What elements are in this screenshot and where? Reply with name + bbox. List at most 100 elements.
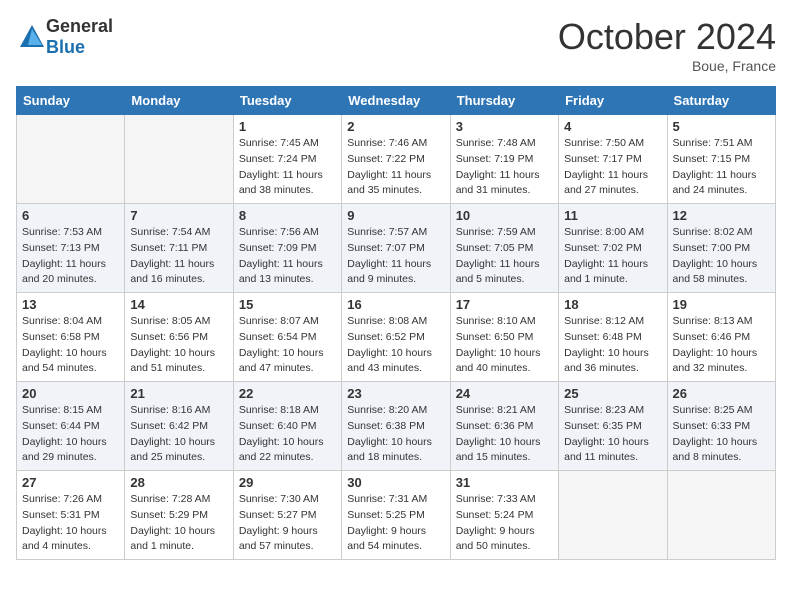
day-info: Sunrise: 7:26 AMSunset: 5:31 PMDaylight:…: [22, 492, 119, 555]
calendar-cell: 9Sunrise: 7:57 AMSunset: 7:07 PMDaylight…: [342, 204, 450, 293]
calendar-cell: 10 Sunrise: 7:59 AMSunset: 7:05 PMDayligh…: [450, 204, 558, 293]
page-header: General Blue October 2024 Boue, France: [16, 16, 776, 74]
calendar-cell: 8 Sunrise: 7:56 AMSunset: 7:09 PMDaylight…: [233, 204, 341, 293]
day-info: Sunrise: 8:07 AMSunset: 6:54 PMDaylight:…: [239, 314, 336, 377]
day-number: 19: [673, 297, 770, 312]
calendar-cell: 20Sunrise: 8:15 AMSunset: 6:44 PMDayligh…: [17, 382, 125, 471]
calendar-week-row: 27 Sunrise: 7:26 AMSunset: 5:31 PMDayligh…: [17, 471, 776, 560]
day-info: Sunrise: 8:23 AMSunset: 6:35 PMDaylight:…: [564, 403, 661, 466]
calendar-cell: 23 Sunrise: 8:20 AMSunset: 6:38 PMDayligh…: [342, 382, 450, 471]
calendar-cell: 18Sunrise: 8:12 AMSunset: 6:48 PMDayligh…: [559, 293, 667, 382]
day-number: 17: [456, 297, 553, 312]
logo: General Blue: [16, 16, 113, 58]
day-number: 6: [22, 208, 119, 223]
header-day: Monday: [125, 87, 233, 115]
day-info: Sunrise: 7:56 AMSunset: 7:09 PMDaylight:…: [239, 225, 336, 288]
day-info: Sunrise: 7:59 AMSunset: 7:05 PMDaylight:…: [456, 225, 553, 288]
calendar-cell: 31 Sunrise: 7:33 AMSunset: 5:24 PMDayligh…: [450, 471, 558, 560]
calendar-week-row: 20Sunrise: 8:15 AMSunset: 6:44 PMDayligh…: [17, 382, 776, 471]
calendar-cell: 4Sunrise: 7:50 AMSunset: 7:17 PMDaylight…: [559, 115, 667, 204]
header-day: Tuesday: [233, 87, 341, 115]
calendar-cell: 22 Sunrise: 8:18 AMSunset: 6:40 PMDayligh…: [233, 382, 341, 471]
day-number: 4: [564, 119, 661, 134]
day-number: 14: [130, 297, 227, 312]
calendar-cell: 6Sunrise: 7:53 AMSunset: 7:13 PMDaylight…: [17, 204, 125, 293]
calendar-cell: 29 Sunrise: 7:30 AMSunset: 5:27 PMDayligh…: [233, 471, 341, 560]
calendar-cell: 5Sunrise: 7:51 AMSunset: 7:15 PMDaylight…: [667, 115, 775, 204]
day-number: 24: [456, 386, 553, 401]
day-info: Sunrise: 8:02 AMSunset: 7:00 PMDaylight:…: [673, 225, 770, 288]
day-number: 25: [564, 386, 661, 401]
day-info: Sunrise: 8:25 AMSunset: 6:33 PMDaylight:…: [673, 403, 770, 466]
month-title: October 2024: [558, 16, 776, 58]
title-block: October 2024 Boue, France: [558, 16, 776, 74]
day-info: Sunrise: 7:28 AMSunset: 5:29 PMDaylight:…: [130, 492, 227, 555]
calendar-cell: 7 Sunrise: 7:54 AMSunset: 7:11 PMDaylight…: [125, 204, 233, 293]
calendar-cell: 21 Sunrise: 8:16 AMSunset: 6:42 PMDayligh…: [125, 382, 233, 471]
calendar-cell: 13Sunrise: 8:04 AMSunset: 6:58 PMDayligh…: [17, 293, 125, 382]
header-row: SundayMondayTuesdayWednesdayThursdayFrid…: [17, 87, 776, 115]
calendar-cell: 19 Sunrise: 8:13 AMSunset: 6:46 PMDayligh…: [667, 293, 775, 382]
day-number: 20: [22, 386, 119, 401]
logo-icon: [18, 23, 46, 51]
day-info: Sunrise: 8:16 AMSunset: 6:42 PMDaylight:…: [130, 403, 227, 466]
calendar-cell: 27 Sunrise: 7:26 AMSunset: 5:31 PMDayligh…: [17, 471, 125, 560]
header-day: Wednesday: [342, 87, 450, 115]
day-info: Sunrise: 8:20 AMSunset: 6:38 PMDaylight:…: [347, 403, 444, 466]
calendar-cell: [559, 471, 667, 560]
day-number: 30: [347, 475, 444, 490]
day-number: 1: [239, 119, 336, 134]
calendar-cell: 12 Sunrise: 8:02 AMSunset: 7:00 PMDayligh…: [667, 204, 775, 293]
day-info: Sunrise: 8:18 AMSunset: 6:40 PMDaylight:…: [239, 403, 336, 466]
day-info: Sunrise: 7:57 AMSunset: 7:07 PMDaylight:…: [347, 225, 444, 288]
calendar-cell: 16Sunrise: 8:08 AMSunset: 6:52 PMDayligh…: [342, 293, 450, 382]
day-number: 8: [239, 208, 336, 223]
day-number: 2: [347, 119, 444, 134]
day-info: Sunrise: 7:54 AMSunset: 7:11 PMDaylight:…: [130, 225, 227, 288]
day-info: Sunrise: 8:10 AMSunset: 6:50 PMDaylight:…: [456, 314, 553, 377]
day-info: Sunrise: 7:46 AMSunset: 7:22 PMDaylight:…: [347, 136, 444, 199]
calendar-cell: 15 Sunrise: 8:07 AMSunset: 6:54 PMDayligh…: [233, 293, 341, 382]
day-info: Sunrise: 8:00 AMSunset: 7:02 PMDaylight:…: [564, 225, 661, 288]
calendar-cell: [667, 471, 775, 560]
day-info: Sunrise: 8:05 AMSunset: 6:56 PMDaylight:…: [130, 314, 227, 377]
day-number: 5: [673, 119, 770, 134]
day-number: 15: [239, 297, 336, 312]
day-number: 28: [130, 475, 227, 490]
calendar-table: SundayMondayTuesdayWednesdayThursdayFrid…: [16, 86, 776, 560]
day-number: 13: [22, 297, 119, 312]
logo-blue: Blue: [46, 37, 85, 57]
day-number: 23: [347, 386, 444, 401]
calendar-cell: 26Sunrise: 8:25 AMSunset: 6:33 PMDayligh…: [667, 382, 775, 471]
calendar-week-row: 1 Sunrise: 7:45 AMSunset: 7:24 PMDaylight…: [17, 115, 776, 204]
calendar-week-row: 6Sunrise: 7:53 AMSunset: 7:13 PMDaylight…: [17, 204, 776, 293]
day-info: Sunrise: 7:30 AMSunset: 5:27 PMDaylight:…: [239, 492, 336, 555]
header-day: Friday: [559, 87, 667, 115]
calendar-cell: 25 Sunrise: 8:23 AMSunset: 6:35 PMDayligh…: [559, 382, 667, 471]
day-number: 7: [130, 208, 227, 223]
day-number: 27: [22, 475, 119, 490]
day-info: Sunrise: 8:21 AMSunset: 6:36 PMDaylight:…: [456, 403, 553, 466]
day-number: 21: [130, 386, 227, 401]
day-number: 12: [673, 208, 770, 223]
day-number: 16: [347, 297, 444, 312]
calendar-cell: 2 Sunrise: 7:46 AMSunset: 7:22 PMDaylight…: [342, 115, 450, 204]
calendar-cell: [125, 115, 233, 204]
day-info: Sunrise: 7:31 AMSunset: 5:25 PMDaylight:…: [347, 492, 444, 555]
day-number: 10: [456, 208, 553, 223]
day-number: 18: [564, 297, 661, 312]
calendar-cell: 11 Sunrise: 8:00 AMSunset: 7:02 PMDayligh…: [559, 204, 667, 293]
day-number: 11: [564, 208, 661, 223]
day-info: Sunrise: 7:33 AMSunset: 5:24 PMDaylight:…: [456, 492, 553, 555]
day-info: Sunrise: 8:13 AMSunset: 6:46 PMDaylight:…: [673, 314, 770, 377]
day-number: 31: [456, 475, 553, 490]
day-number: 29: [239, 475, 336, 490]
calendar-cell: 17 Sunrise: 8:10 AMSunset: 6:50 PMDayligh…: [450, 293, 558, 382]
calendar-cell: 3Sunrise: 7:48 AMSunset: 7:19 PMDaylight…: [450, 115, 558, 204]
day-number: 22: [239, 386, 336, 401]
calendar-cell: 14 Sunrise: 8:05 AMSunset: 6:56 PMDayligh…: [125, 293, 233, 382]
header-day: Sunday: [17, 87, 125, 115]
day-info: Sunrise: 7:45 AMSunset: 7:24 PMDaylight:…: [239, 136, 336, 199]
calendar-week-row: 13Sunrise: 8:04 AMSunset: 6:58 PMDayligh…: [17, 293, 776, 382]
calendar-cell: [17, 115, 125, 204]
